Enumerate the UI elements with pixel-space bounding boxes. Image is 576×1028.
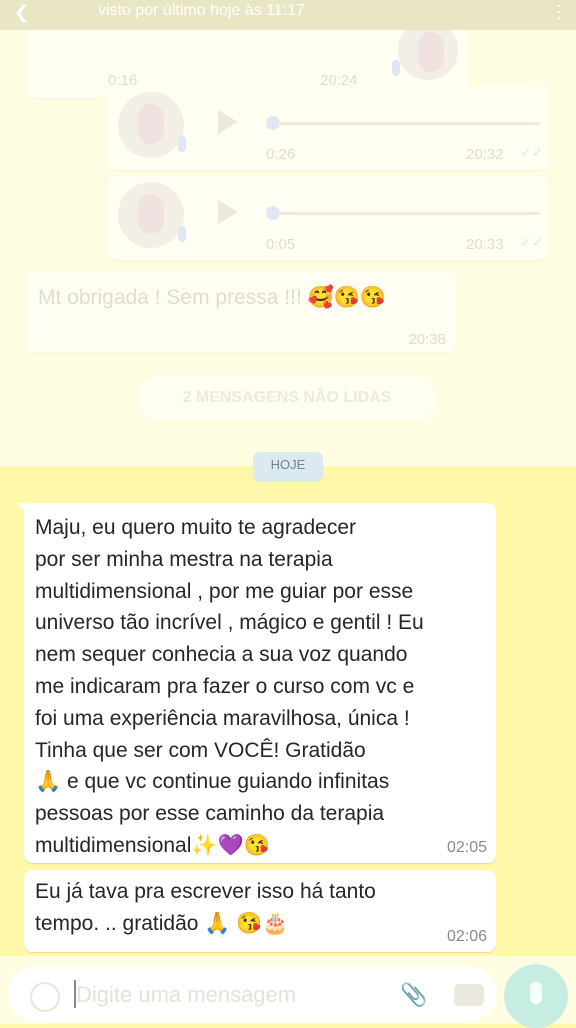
unread-messages-banner: 2 MENSAGENS NÃO LIDAS: [138, 376, 436, 420]
voice-record-button[interactable]: [504, 964, 568, 1028]
back-arrow-icon[interactable]: ❮: [14, 2, 36, 24]
chat-header: ❮ visto por último hoje às 11:17 ⋮: [0, 0, 576, 30]
message-time: 02:05: [446, 839, 487, 856]
message-line: por ser minha mestra na terapia: [35, 547, 333, 571]
message-bubble[interactable]: Eu já tava pra escrever isso há tanto te…: [24, 870, 496, 952]
play-icon[interactable]: [218, 110, 238, 134]
message-bubble[interactable]: Mt obrigada ! Sem pressa !!! 🥰😘😘 20:38: [26, 272, 456, 352]
read-ticks-icon: ✓✓: [520, 144, 544, 160]
last-seen-status: visto por último hoje às 11:17: [98, 2, 305, 19]
voice-note-duration: 0:26: [266, 146, 296, 163]
message-line: Tinha que ser com VOCÊ! Gratidão: [35, 738, 366, 762]
date-chip: HOJE: [253, 452, 323, 482]
more-options-icon[interactable]: ⋮: [550, 2, 568, 23]
avatar: [118, 182, 184, 248]
voice-note-bubble[interactable]: 0:05 20:33 ✓✓: [108, 176, 548, 260]
attach-clip-icon[interactable]: 📎: [400, 982, 427, 1008]
message-time: 02:06: [446, 928, 487, 945]
avatar: [398, 30, 458, 80]
voice-note-time: 20:33: [466, 236, 504, 253]
mic-icon: [392, 60, 400, 76]
composer-bar: Digite uma mensagem 📎: [0, 956, 576, 1028]
mic-icon: [178, 226, 186, 242]
play-icon[interactable]: [218, 200, 238, 224]
message-text: Maju, eu quero muito te agradecer por se…: [35, 512, 495, 862]
message-text: Mt obrigada ! Sem pressa !!! 🥰😘😘: [38, 286, 387, 309]
voice-note-time: 20:32: [466, 146, 504, 163]
message-text: Eu já tava pra escrever isso há tanto te…: [35, 876, 495, 940]
audio-progress-track[interactable]: [278, 212, 540, 215]
emoji-icon[interactable]: [30, 982, 60, 1012]
message-time: 20:38: [408, 331, 446, 348]
message-line: universo tão incrível , mágico e gentil …: [35, 611, 424, 635]
message-line: pessoas por esse caminho da terapia: [35, 802, 385, 826]
message-line: me indicaram pra fazer o curso com vc e: [35, 674, 415, 698]
mic-icon: [178, 136, 186, 152]
camera-icon[interactable]: [454, 984, 484, 1006]
message-line: nem sequer conhecia a sua voz quando: [35, 643, 408, 667]
message-line: multidimensional✨💜😘: [35, 833, 270, 857]
message-line: tempo. .. gratidão 🙏 😘🎂: [35, 911, 289, 935]
voice-note-bubble[interactable]: 0:26 20:32 ✓✓: [108, 86, 548, 170]
read-ticks-icon: ✓✓: [520, 234, 544, 250]
voice-note-duration: 0:05: [266, 236, 296, 253]
message-line: Maju, eu quero muito te agradecer: [35, 516, 357, 539]
message-line: multidimensional , por me guiar por esse: [35, 579, 414, 603]
bubble-tail: [16, 503, 28, 515]
avatar: [118, 92, 184, 158]
message-input[interactable]: Digite uma mensagem 📎: [8, 966, 496, 1022]
message-placeholder: Digite uma mensagem: [76, 982, 297, 1007]
message-line: foi uma experiência maravilhosa, única !: [35, 706, 410, 730]
message-bubble[interactable]: Maju, eu quero muito te agradecer por se…: [16, 503, 496, 863]
message-line: 🙏 e que vc continue guiando infinitas: [35, 770, 390, 794]
audio-progress-track[interactable]: [278, 122, 540, 125]
message-line: Eu já tava pra escrever isso há tanto: [35, 880, 376, 903]
